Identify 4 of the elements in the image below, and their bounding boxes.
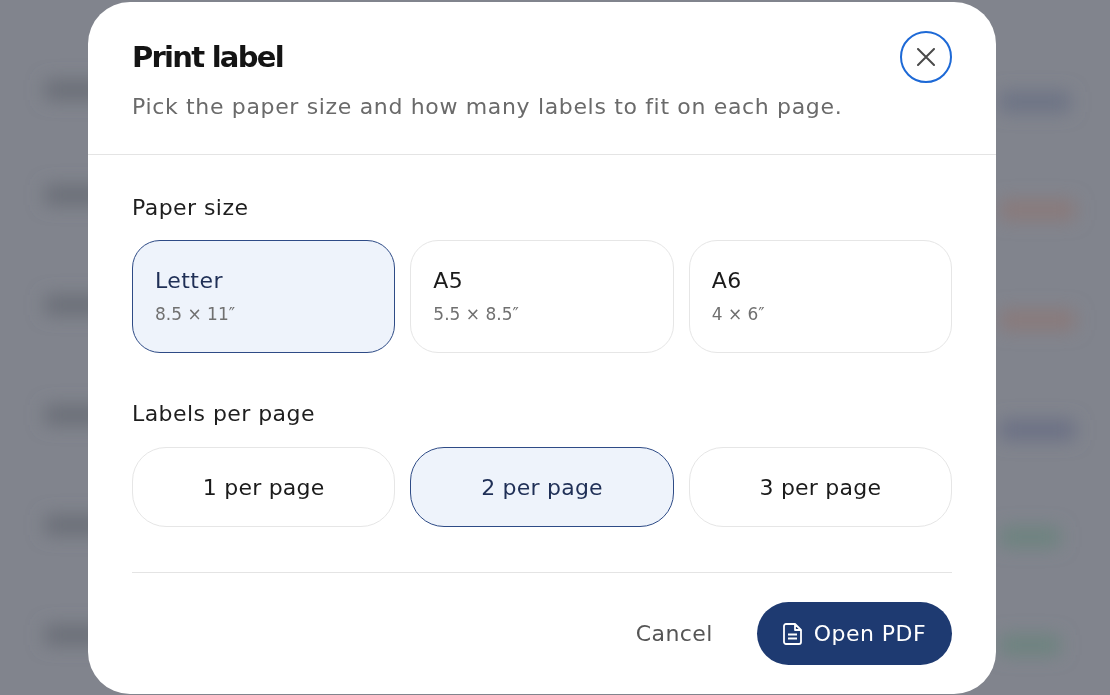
dialog-title: Print label <box>132 40 284 74</box>
section-label: Labels per page <box>132 400 316 428</box>
section-label: Paper size <box>132 194 250 222</box>
dialog-subtitle: Pick the paper size and how many labels to fit on each page. <box>132 93 843 121</box>
